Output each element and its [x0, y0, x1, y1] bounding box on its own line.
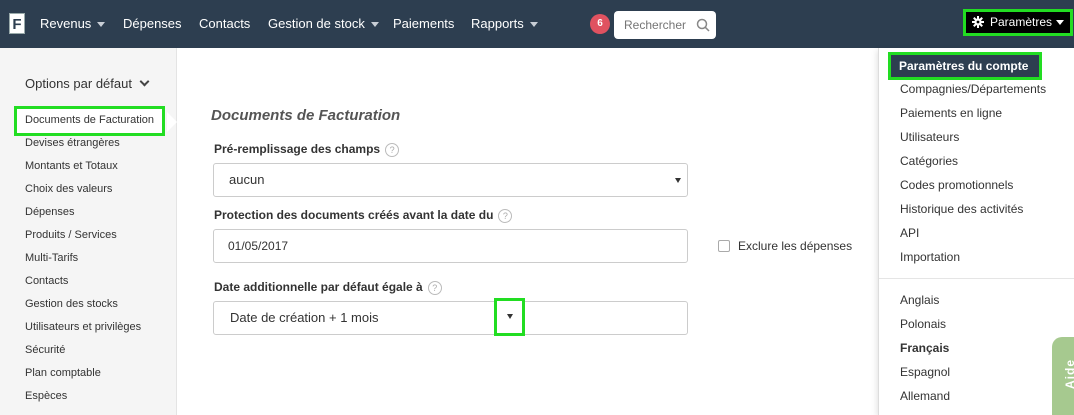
nav-label: Dépenses — [123, 16, 182, 31]
sidebar-item-securite[interactable]: Sécurité — [25, 344, 65, 356]
nav-revenus[interactable]: Revenus — [40, 0, 106, 48]
top-navbar: F Revenus Dépenses Contacts Gestion de s… — [0, 0, 1074, 48]
nav-label: Revenus — [40, 16, 92, 31]
sidebar-item-montants[interactable]: Montants et Totaux — [25, 160, 118, 172]
caret-down-icon — [97, 22, 106, 28]
prefill-label-text: Pré-remplissage des champs — [214, 142, 381, 156]
help-icon[interactable]: ? — [427, 280, 442, 295]
menu-item-compagnies[interactable]: Compagnies/Départements — [900, 82, 1046, 96]
menu-item-paiements-ligne[interactable]: Paiements en ligne — [900, 106, 1002, 120]
aide-label: Aide — [1063, 358, 1074, 390]
sidebar-title[interactable]: Options par défaut — [25, 76, 150, 91]
extra-date-value: Date de création + 1 mois — [230, 310, 379, 325]
nav-label: Contacts — [199, 16, 251, 31]
prefill-select[interactable]: aucun — [213, 163, 688, 197]
menu-item-utilisateurs[interactable]: Utilisateurs — [900, 130, 959, 144]
extra-date-label: Date additionnelle par défaut égale à? — [214, 280, 442, 295]
sidebar-item-especes[interactable]: Espèces — [25, 390, 67, 402]
prefill-label: Pré-remplissage des champs? — [214, 142, 400, 157]
menu-item-historique[interactable]: Historique des activités — [900, 202, 1023, 216]
gear-icon — [972, 15, 984, 28]
sidebar-item-devises[interactable]: Devises étrangères — [25, 137, 120, 149]
search-icon[interactable] — [696, 18, 710, 32]
menu-item-api[interactable]: API — [900, 226, 919, 240]
nav-rapports[interactable]: Rapports — [471, 0, 538, 48]
menu-item-label: Paramètres du compte — [899, 59, 1029, 73]
sidebar-item-produits[interactable]: Produits / Services — [25, 229, 117, 241]
menu-item-lang-polonais[interactable]: Polonais — [900, 317, 946, 331]
app-logo[interactable]: F — [9, 13, 25, 34]
prefill-value: aucun — [229, 172, 265, 187]
protection-label: Protection des documents créés avant la … — [214, 208, 513, 223]
extra-date-select[interactable]: Date de création + 1 mois — [213, 301, 688, 335]
page-title: Documents de Facturation — [211, 107, 401, 124]
sidebar-item-multi-tarifs[interactable]: Multi-Tarifs — [25, 252, 78, 264]
protection-date-field — [213, 229, 688, 263]
nav-label: Gestion de stock — [268, 16, 365, 31]
sidebar-item-plan-comptable[interactable]: Plan comptable — [25, 367, 101, 379]
nav-gestion-stock[interactable]: Gestion de stock — [268, 0, 379, 48]
protection-label-text: Protection des documents créés avant la … — [214, 208, 494, 222]
help-icon[interactable]: ? — [385, 142, 400, 157]
menu-divider — [879, 278, 1074, 279]
exclude-label: Exclure les dépenses — [738, 239, 853, 253]
parametres-button[interactable]: Paramètres — [963, 9, 1073, 36]
chevron-down-icon — [139, 76, 150, 87]
active-pointer-arrow — [167, 112, 177, 132]
sidebar-item-contacts[interactable]: Contacts — [25, 275, 68, 287]
sidebar-item-depenses[interactable]: Dépenses — [25, 206, 75, 218]
menu-item-lang-anglais[interactable]: Anglais — [900, 293, 939, 307]
sidebar-item-choix-valeurs[interactable]: Choix des valeurs — [25, 183, 112, 195]
nav-label: Rapports — [471, 16, 524, 31]
notification-badge[interactable]: 6 — [590, 14, 610, 34]
sidebar-item-documents-facturation[interactable]: Documents de Facturation — [25, 114, 154, 126]
menu-item-codes-promo[interactable]: Codes promotionnels — [900, 178, 1013, 192]
caret-down-icon — [529, 22, 538, 28]
menu-item-categories[interactable]: Catégories — [900, 154, 958, 168]
sidebar-title-label: Options par défaut — [25, 76, 132, 91]
sidebar-item-utilisateurs[interactable]: Utilisateurs et privilèges — [25, 321, 141, 333]
caret-down-icon — [1056, 20, 1065, 26]
extra-date-dropdown-toggle[interactable] — [494, 298, 525, 336]
menu-item-lang-francais[interactable]: Français — [900, 341, 949, 355]
nav-depenses[interactable]: Dépenses — [123, 0, 182, 48]
menu-item-lang-espagnol[interactable]: Espagnol — [900, 365, 950, 379]
aide-help-tab[interactable]: Aide — [1052, 337, 1074, 415]
caret-down-icon — [370, 22, 379, 28]
extra-date-label-text: Date additionnelle par défaut égale à — [214, 280, 423, 294]
search-box — [614, 11, 716, 39]
sidebar-item-gestion-stocks[interactable]: Gestion des stocks — [25, 298, 118, 310]
help-icon[interactable]: ? — [498, 208, 513, 223]
parametres-dropdown: Paramètres du compte Compagnies/Départem… — [878, 48, 1074, 415]
caret-down-icon — [507, 314, 513, 319]
nav-label: Paiements — [393, 16, 455, 31]
caret-down-icon — [675, 178, 681, 183]
menu-item-parametres-compte[interactable]: Paramètres du compte — [888, 52, 1042, 80]
menu-item-importation[interactable]: Importation — [900, 250, 960, 264]
protection-date-input[interactable] — [214, 230, 687, 262]
exclude-checkbox[interactable] — [718, 240, 730, 252]
menu-item-lang-allemand[interactable]: Allemand — [900, 389, 950, 403]
nav-paiements[interactable]: Paiements — [393, 0, 454, 48]
parametres-label: Paramètres — [990, 15, 1053, 29]
nav-contacts[interactable]: Contacts — [199, 0, 250, 48]
